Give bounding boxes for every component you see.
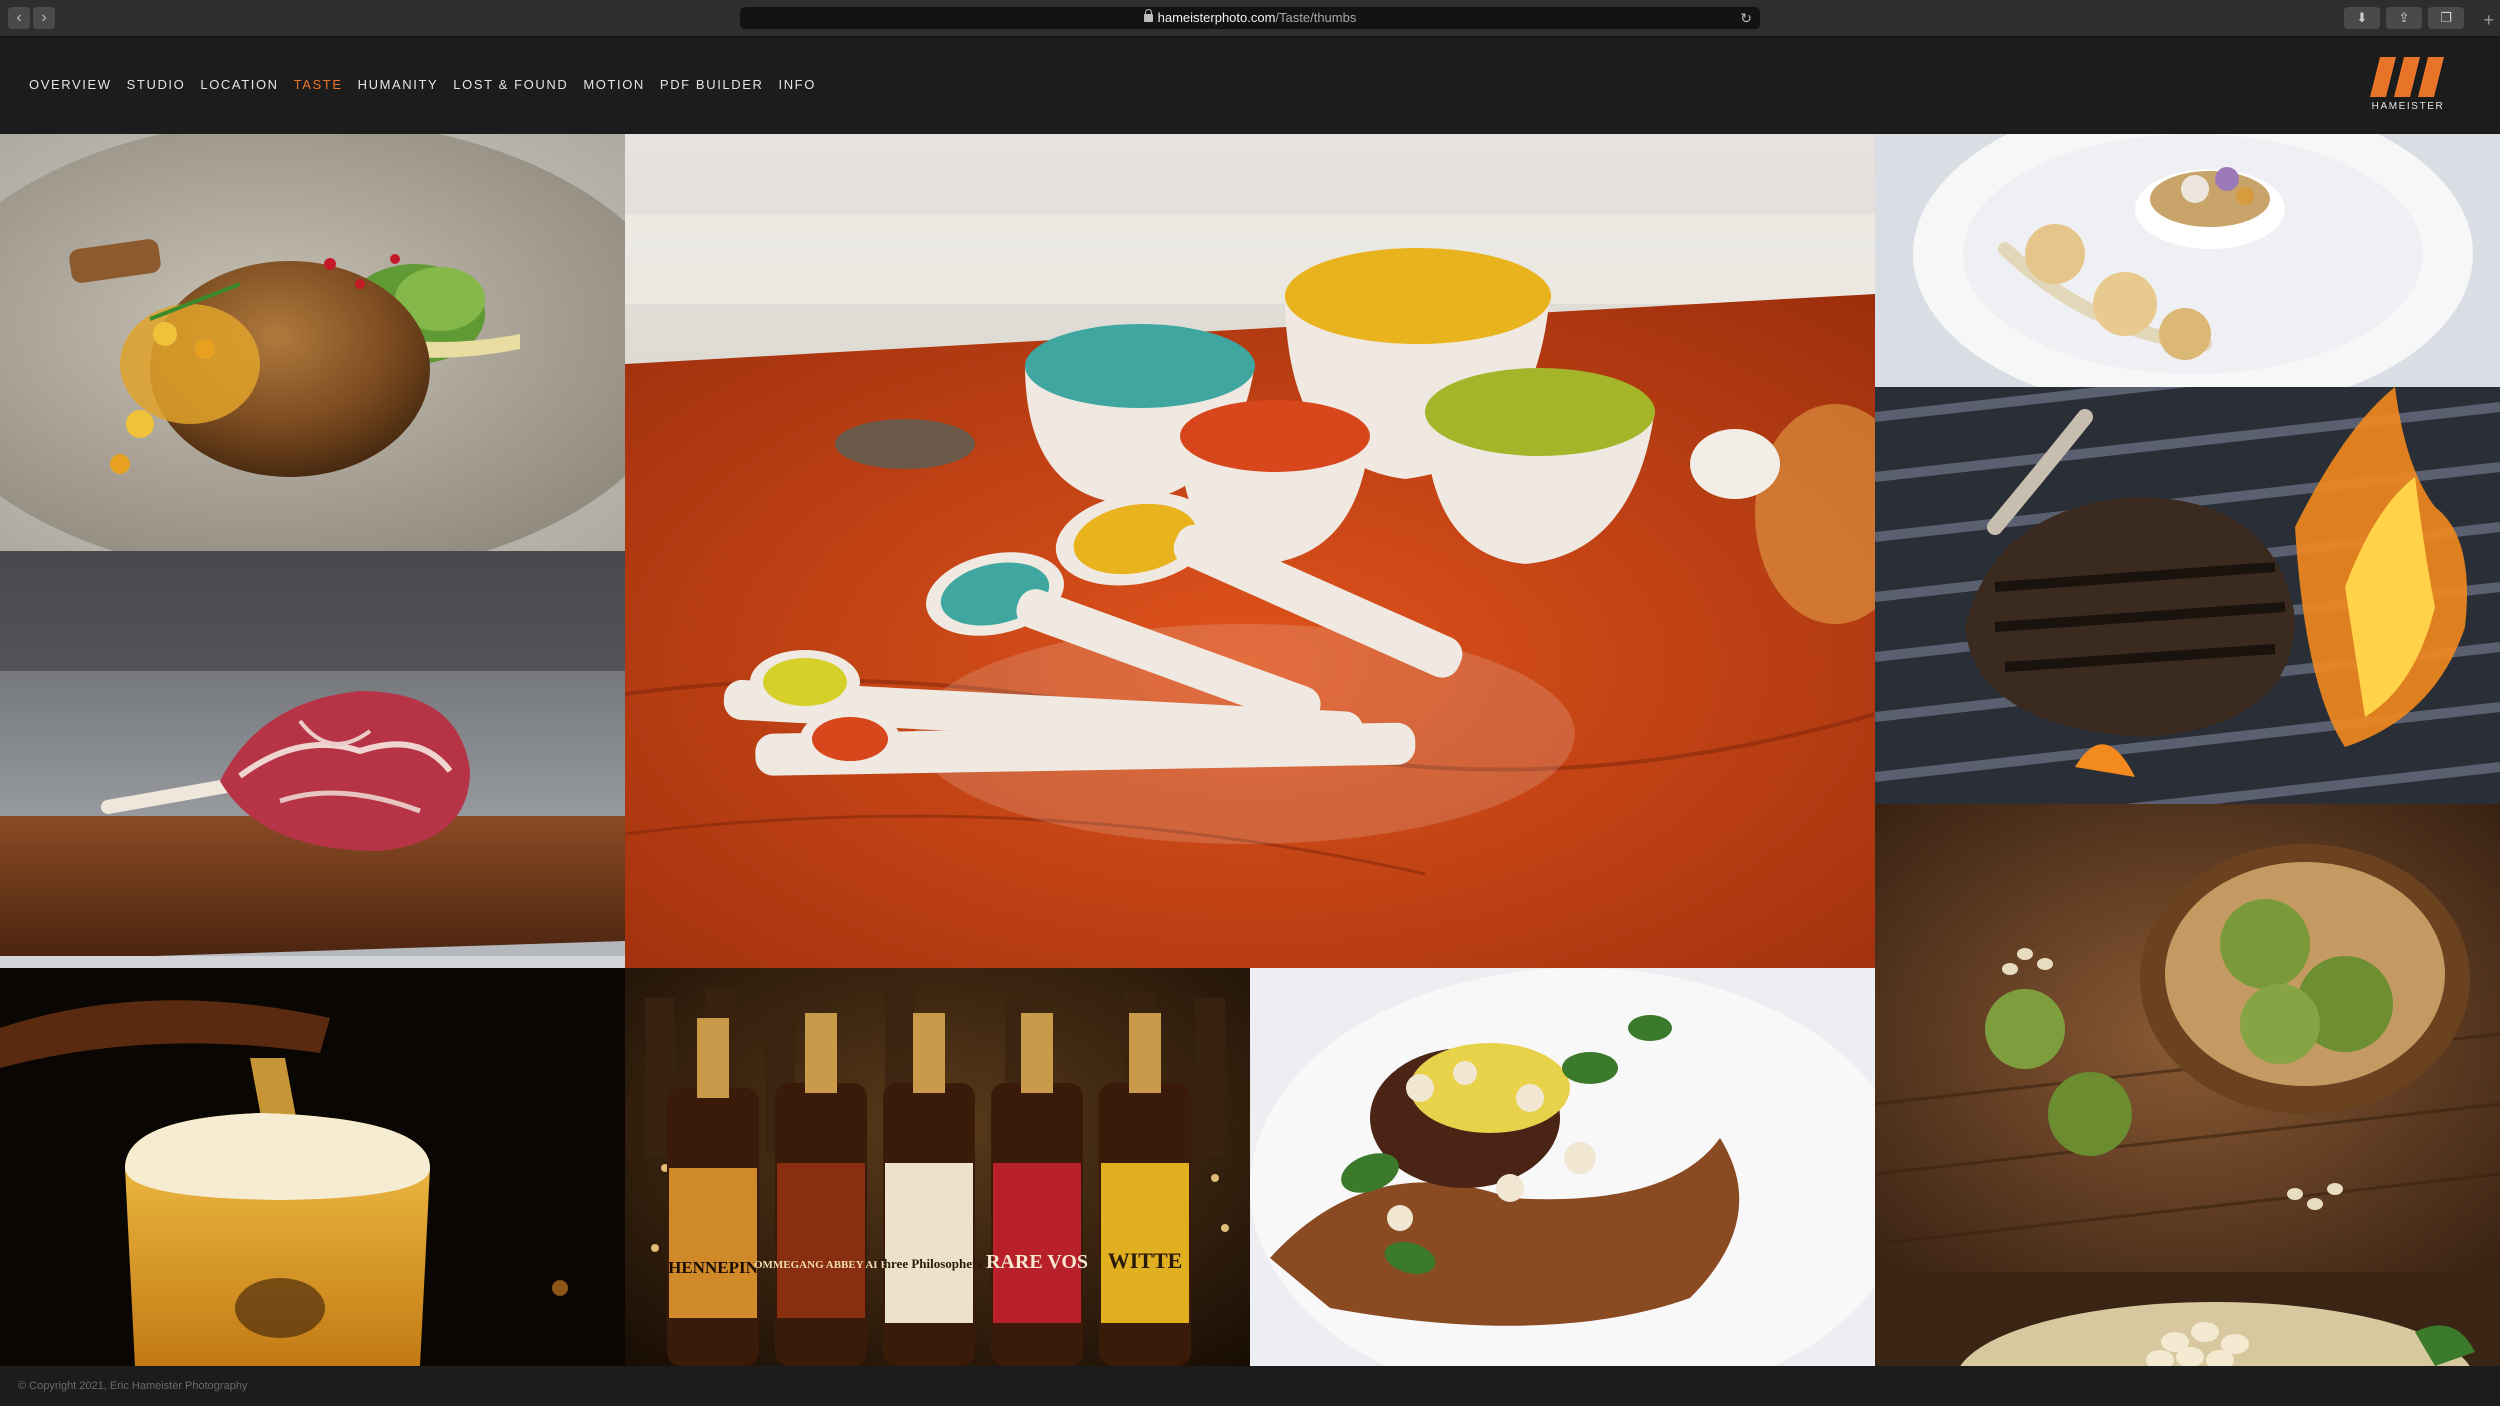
beer-label-ommegang: OMMEGANG ABBEY ALE	[754, 1259, 888, 1271]
plated-filet-thumbnail[interactable]	[1250, 968, 1875, 1366]
address-bar[interactable]: hameisterphoto.com/Taste/thumbs ↻	[740, 7, 1760, 29]
site-footer: © Copyright 2021, Eric Hameister Photogr…	[0, 1366, 2500, 1406]
beer-label-three-philosophers: Three Philosophers	[875, 1256, 983, 1271]
tabs-overview-icon[interactable]: ❐	[2428, 7, 2464, 29]
logo-mark-icon	[2370, 57, 2444, 97]
beer-bottles-photo: HENNEPIN OMMEGANG ABBEY ALE Three Philos…	[625, 968, 1250, 1366]
reload-icon[interactable]: ↻	[1740, 7, 1752, 29]
beer-pour-photo	[0, 968, 625, 1366]
nav-taste[interactable]: TASTE	[294, 77, 343, 92]
lock-icon	[1143, 9, 1153, 22]
site-header: OVERVIEW STUDIO LOCATION TASTE HUMANITY …	[0, 37, 2500, 134]
dessert-plate-photo	[1875, 134, 2500, 387]
pork-chop-thumbnail[interactable]	[0, 134, 625, 551]
grilled-steak-thumbnail[interactable]	[1875, 387, 2500, 804]
nav-pdf-builder[interactable]: PDF BUILDER	[660, 77, 764, 92]
nav-lost-and-found[interactable]: LOST & FOUND	[453, 77, 568, 92]
partial-dish-thumbnail[interactable]	[1875, 1272, 2500, 1366]
beer-label-rare-vos: RARE VOS	[986, 1251, 1088, 1273]
share-icon[interactable]: ⇪	[2386, 7, 2422, 29]
raw-steak-thumbnail[interactable]	[0, 551, 625, 968]
browser-toolbar: ‹ › hameisterphoto.com/Taste/thumbs ↻ ⬇ …	[0, 0, 2500, 37]
plated-filet-photo	[1250, 968, 1875, 1366]
nav-location[interactable]: LOCATION	[200, 77, 278, 92]
measuring-cups-photo	[625, 134, 1875, 968]
url-path: /Taste/thumbs	[1275, 10, 1357, 25]
main-nav: OVERVIEW STUDIO LOCATION TASTE HUMANITY …	[29, 77, 816, 92]
nav-motion[interactable]: MOTION	[583, 77, 645, 92]
grilled-steak-photo	[1875, 387, 2500, 804]
logo-wordmark: HAMEISTER	[2371, 101, 2445, 112]
artichoke-bowl-photo	[1875, 804, 2500, 1272]
raw-tomahawk-steak-photo	[0, 551, 625, 968]
hameister-logo[interactable]: HAMEISTER	[2366, 57, 2450, 117]
nav-humanity[interactable]: HUMANITY	[358, 77, 439, 92]
nav-info[interactable]: INFO	[778, 77, 815, 92]
url-host: hameisterphoto.com	[1157, 10, 1276, 25]
nav-overview[interactable]: OVERVIEW	[29, 77, 112, 92]
beer-label-hennepin: HENNEPIN	[668, 1258, 758, 1277]
back-icon[interactable]: ‹	[8, 7, 30, 29]
artichoke-thumbnail[interactable]	[1875, 804, 2500, 1272]
copyright-text: © Copyright 2021, Eric Hameister Photogr…	[18, 1380, 248, 1392]
beer-label-witte: WITTE	[1108, 1248, 1183, 1273]
pork-chop-photo	[0, 134, 625, 551]
new-tab-icon[interactable]: +	[2483, 10, 2494, 31]
nav-studio[interactable]: STUDIO	[127, 77, 186, 92]
download-icon[interactable]: ⬇	[2344, 7, 2380, 29]
beer-bottles-thumbnail[interactable]: HENNEPIN OMMEGANG ABBEY ALE Three Philos…	[625, 968, 1250, 1366]
beer-pour-thumbnail[interactable]	[0, 968, 625, 1366]
measuring-cups-thumbnail[interactable]	[625, 134, 1875, 968]
dessert-thumbnail[interactable]	[1875, 134, 2500, 387]
forward-icon[interactable]: ›	[33, 7, 55, 29]
partial-dish-photo	[1875, 1272, 2500, 1366]
